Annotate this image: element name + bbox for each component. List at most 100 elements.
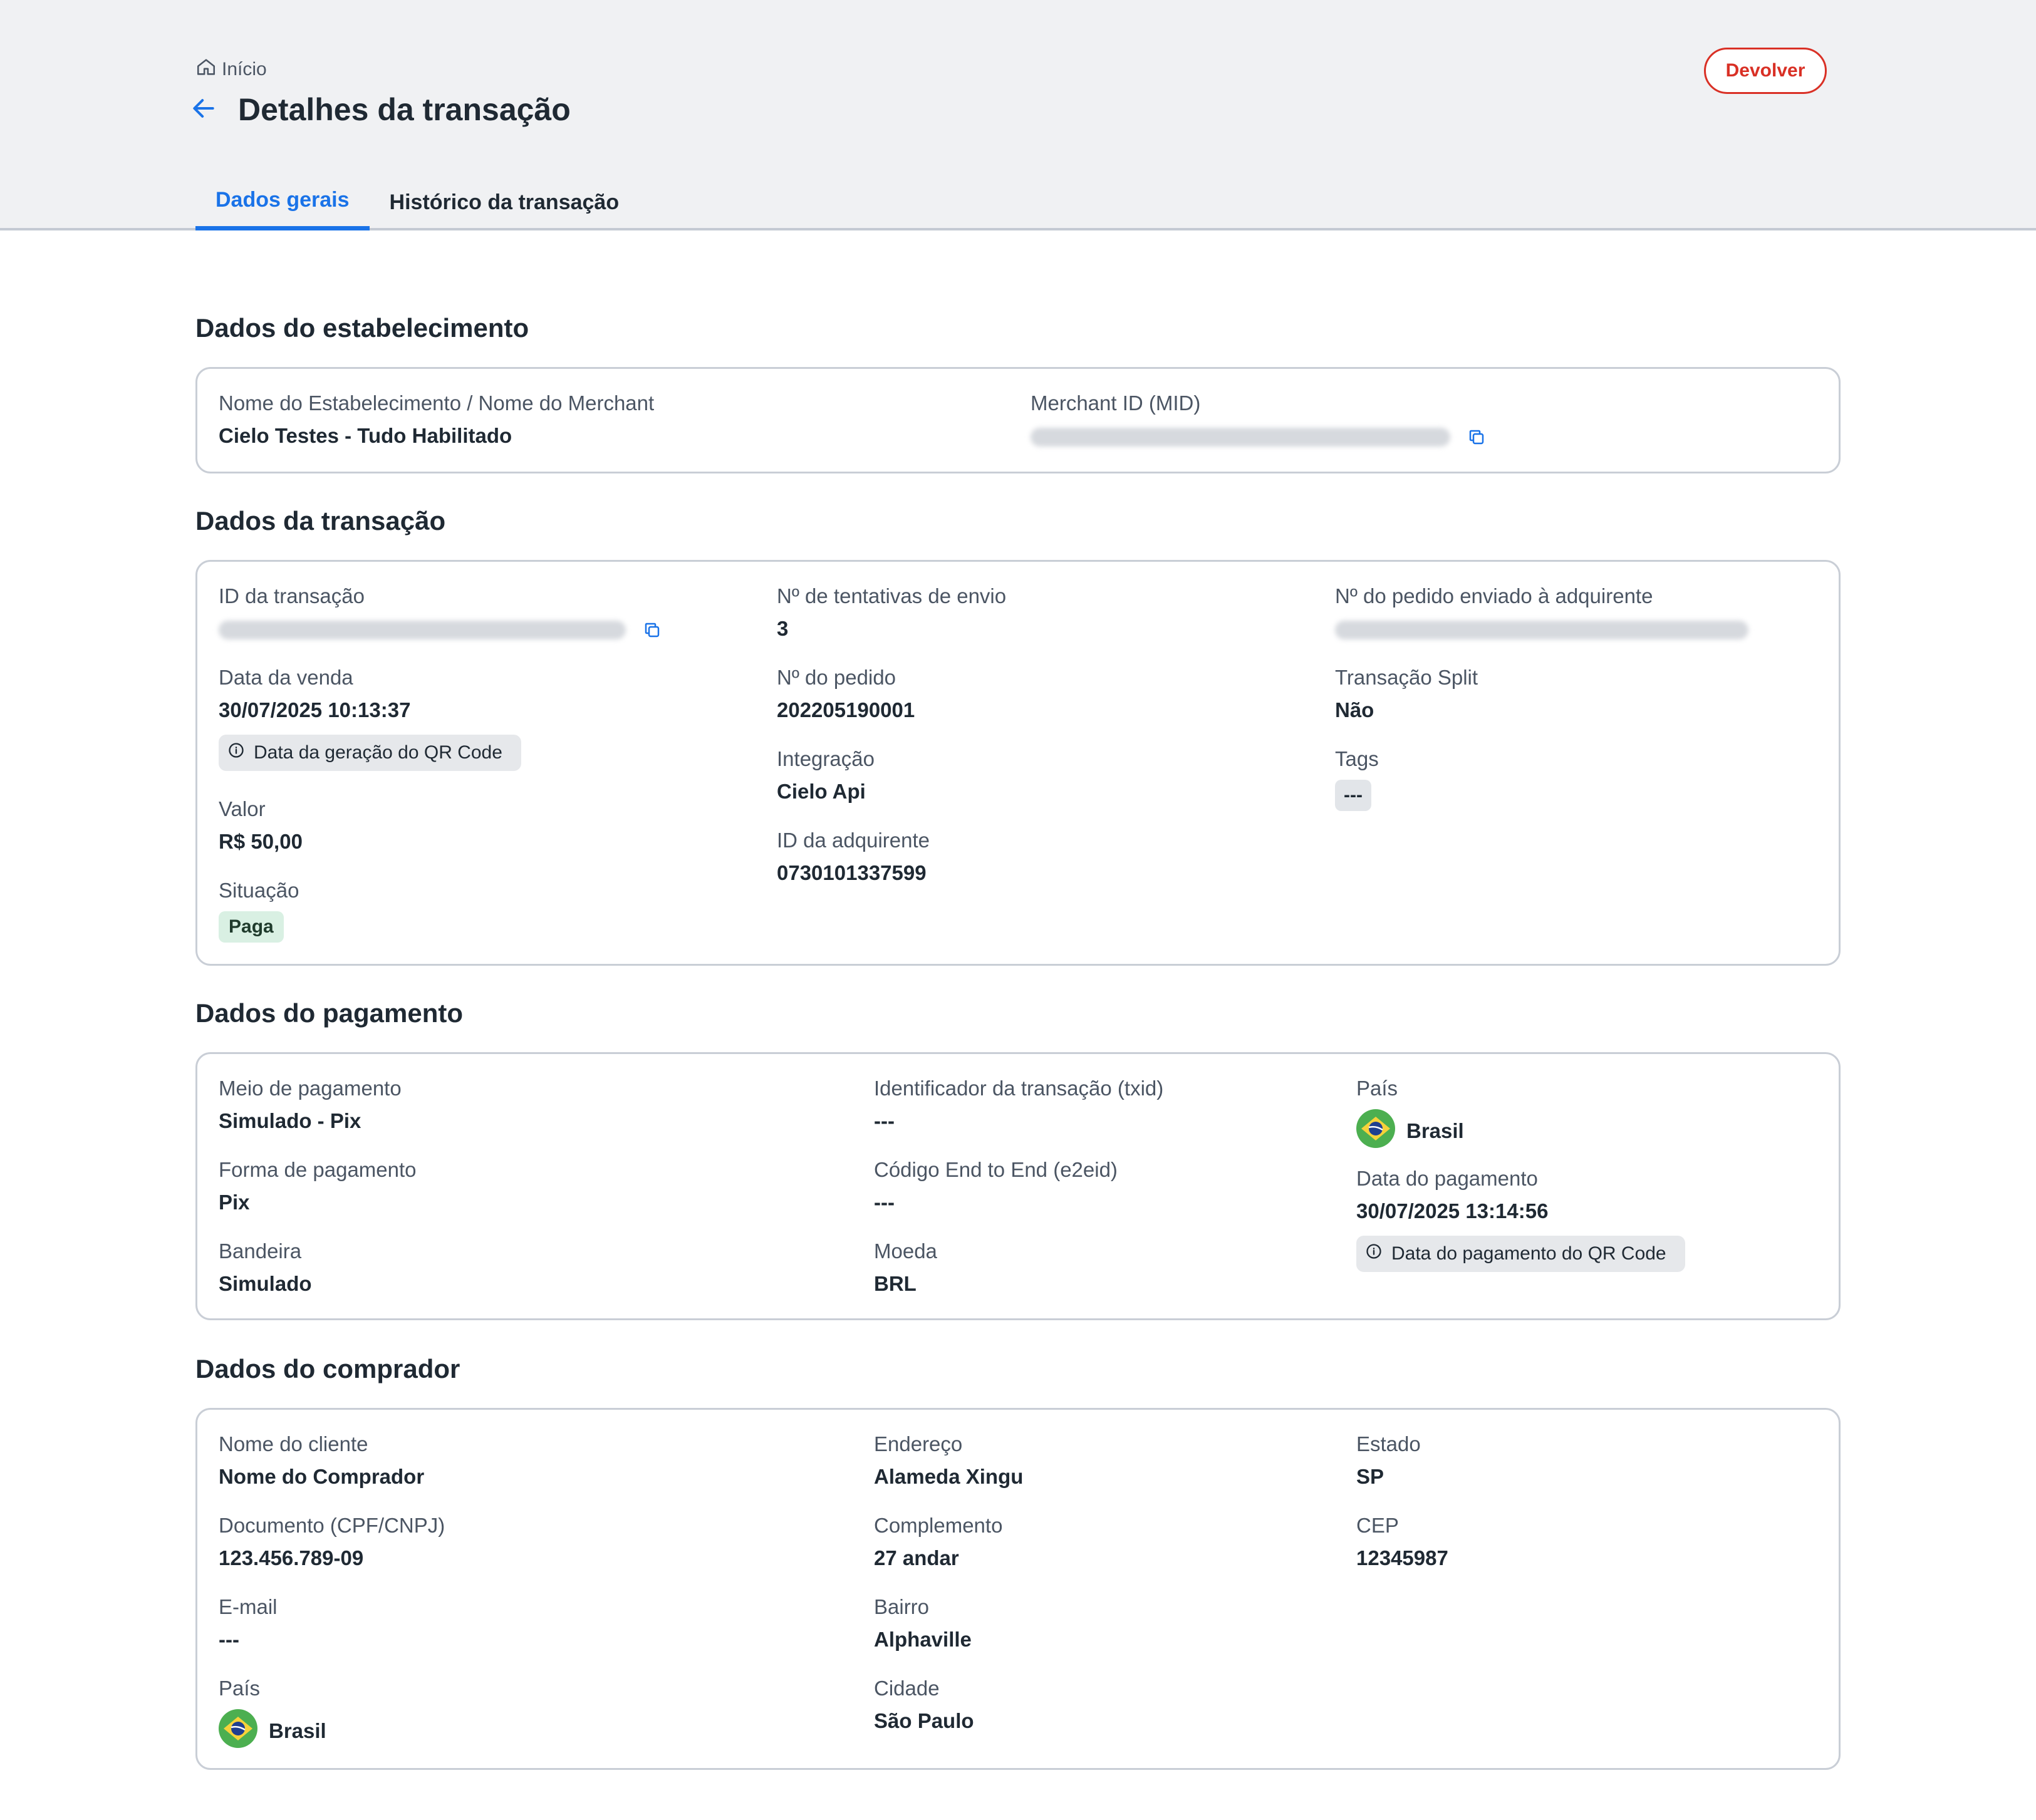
tag-badge: ---: [1335, 780, 1371, 811]
field-value: Simulado: [219, 1272, 312, 1295]
field-value: Alameda Xingu: [874, 1465, 1024, 1488]
field-label: País: [1356, 1077, 1398, 1100]
field-label: Estado: [1356, 1432, 1421, 1455]
field-pais-comprador: País Brasil: [219, 1677, 326, 1753]
tab-historico[interactable]: Histórico da transação: [370, 182, 640, 230]
field-pedido-adquirente: Nº do pedido enviado à adquirente: [1335, 584, 1748, 641]
field-value: 30/07/2025 10:13:37: [219, 698, 411, 721]
field-cidade: Cidade São Paulo: [874, 1677, 974, 1733]
field-label: Merchant ID (MID): [1031, 391, 1201, 415]
field-value: Simulado - Pix: [219, 1109, 361, 1132]
field-label: Nome do cliente: [219, 1432, 368, 1455]
field-tentativas: Nº de tentativas de envio 3: [777, 584, 1006, 641]
tab-dados-gerais[interactable]: Dados gerais: [195, 182, 370, 230]
devolver-button[interactable]: Devolver: [1704, 48, 1827, 94]
page-title: Detalhes da transação: [238, 92, 571, 127]
field-value: Cielo Api: [777, 780, 866, 803]
country-value: Brasil: [219, 1709, 326, 1753]
country-name: Brasil: [269, 1719, 326, 1742]
field-endereco: Endereço Alameda Xingu: [874, 1432, 1023, 1489]
field-value: [219, 617, 662, 641]
field-label: ID da adquirente: [777, 829, 930, 852]
card-comprador: Nome do cliente Nome do Comprador Docume…: [195, 1408, 1841, 1770]
field-value: Nome do Comprador: [219, 1465, 425, 1488]
card-pagamento: Meio de pagamento Simulado - Pix Forma d…: [195, 1052, 1841, 1320]
field-label: Meio de pagamento: [219, 1077, 402, 1100]
brazil-flag-icon: [1356, 1109, 1395, 1153]
field-meio-pagamento: Meio de pagamento Simulado - Pix: [219, 1077, 402, 1133]
field-txid: Identificador da transação (txid) ---: [874, 1077, 1163, 1133]
field-label: Complemento: [874, 1514, 1003, 1537]
field-label: Valor: [219, 797, 266, 820]
breadcrumb[interactable]: Início: [195, 56, 267, 83]
redacted-value: [219, 621, 626, 640]
info-chip-qr-geracao: Data da geração do QR Code: [219, 735, 521, 771]
field-moeda: Moeda BRL: [874, 1239, 937, 1296]
field-label: Nº do pedido: [777, 666, 896, 689]
brazil-flag-icon: [219, 1709, 257, 1753]
field-value: [1031, 424, 1486, 448]
copy-icon[interactable]: [1467, 428, 1486, 447]
field-value: 3: [777, 617, 789, 640]
field-split: Transação Split Não: [1335, 666, 1478, 722]
field-pedido: Nº do pedido 202205190001: [777, 666, 915, 722]
info-chip-label: Data da geração do QR Code: [254, 742, 502, 763]
field-label: Bairro: [874, 1595, 930, 1618]
breadcrumb-label[interactable]: Início: [222, 59, 267, 80]
info-icon: [1365, 1243, 1383, 1265]
field-nome-cliente: Nome do cliente Nome do Comprador: [219, 1432, 424, 1489]
country-name: Brasil: [1406, 1119, 1464, 1142]
status-badge: Paga: [219, 911, 284, 943]
field-value: ---: [874, 1109, 895, 1132]
field-label: Tags: [1335, 747, 1379, 770]
field-label: País: [219, 1677, 261, 1700]
tabs: Dados gerais Histórico da transação: [195, 182, 639, 230]
copy-icon[interactable]: [643, 621, 662, 639]
back-button[interactable]: [188, 94, 219, 125]
home-icon: [195, 56, 217, 83]
field-value: BRL: [874, 1272, 917, 1295]
field-value: São Paulo: [874, 1709, 974, 1732]
field-value: Cielo Testes - Tudo Habilitado: [219, 424, 512, 447]
field-forma-pagamento: Forma de pagamento Pix: [219, 1158, 417, 1214]
section-title-estabelecimento: Dados do estabelecimento: [195, 313, 529, 343]
field-value: Alphaville: [874, 1628, 972, 1651]
field-value: R$ 50,00: [219, 830, 303, 853]
field-label: Endereço: [874, 1432, 963, 1455]
field-pais-pagamento: País Brasil: [1356, 1077, 1464, 1153]
field-label: Data da venda: [219, 666, 353, 689]
back-arrow-icon: [190, 95, 217, 125]
field-value: SP: [1356, 1465, 1384, 1488]
field-label: Integração: [777, 747, 875, 770]
field-value: Pix: [219, 1191, 250, 1214]
field-value: 27 andar: [874, 1546, 959, 1569]
field-estado: Estado SP: [1356, 1432, 1421, 1489]
field-label: Nome do Estabelecimento / Nome do Mercha…: [219, 391, 655, 415]
field-complemento: Complemento 27 andar: [874, 1514, 1002, 1570]
field-value: ---: [219, 1628, 239, 1651]
info-chip-qr-pagamento: Data do pagamento do QR Code: [1356, 1236, 1685, 1272]
field-value: Não: [1335, 698, 1374, 721]
field-id-transacao: ID da transação: [219, 584, 662, 641]
field-value: [1335, 617, 1748, 641]
section-title-transacao: Dados da transação: [195, 506, 446, 535]
field-value: ---: [874, 1191, 895, 1214]
field-label: Nº do pedido enviado à adquirente: [1335, 584, 1653, 608]
field-label: Situação: [219, 879, 299, 902]
field-data-venda: Data da venda 30/07/2025 10:13:37 Data d…: [219, 666, 521, 771]
field-label: CEP: [1356, 1514, 1399, 1537]
field-data-pagamento: Data do pagamento 30/07/2025 13:14:56 Da…: [1356, 1167, 1685, 1272]
field-value: 12345987: [1356, 1546, 1448, 1569]
info-chip-label: Data do pagamento do QR Code: [1391, 1243, 1666, 1264]
field-tags: Tags ---: [1335, 747, 1379, 811]
field-valor: Valor R$ 50,00: [219, 797, 303, 854]
field-label: Bandeira: [219, 1239, 302, 1263]
page-header: Início Detalhes da transação Devolver Da…: [0, 0, 2036, 230]
field-label: E-mail: [219, 1595, 278, 1618]
field-label: Identificador da transação (txid): [874, 1077, 1164, 1100]
field-label: Data do pagamento: [1356, 1167, 1538, 1190]
section-title-pagamento: Dados do pagamento: [195, 998, 464, 1028]
field-label: Código End to End (e2eid): [874, 1158, 1118, 1181]
field-label: Cidade: [874, 1677, 940, 1700]
field-integracao: Integração Cielo Api: [777, 747, 875, 804]
